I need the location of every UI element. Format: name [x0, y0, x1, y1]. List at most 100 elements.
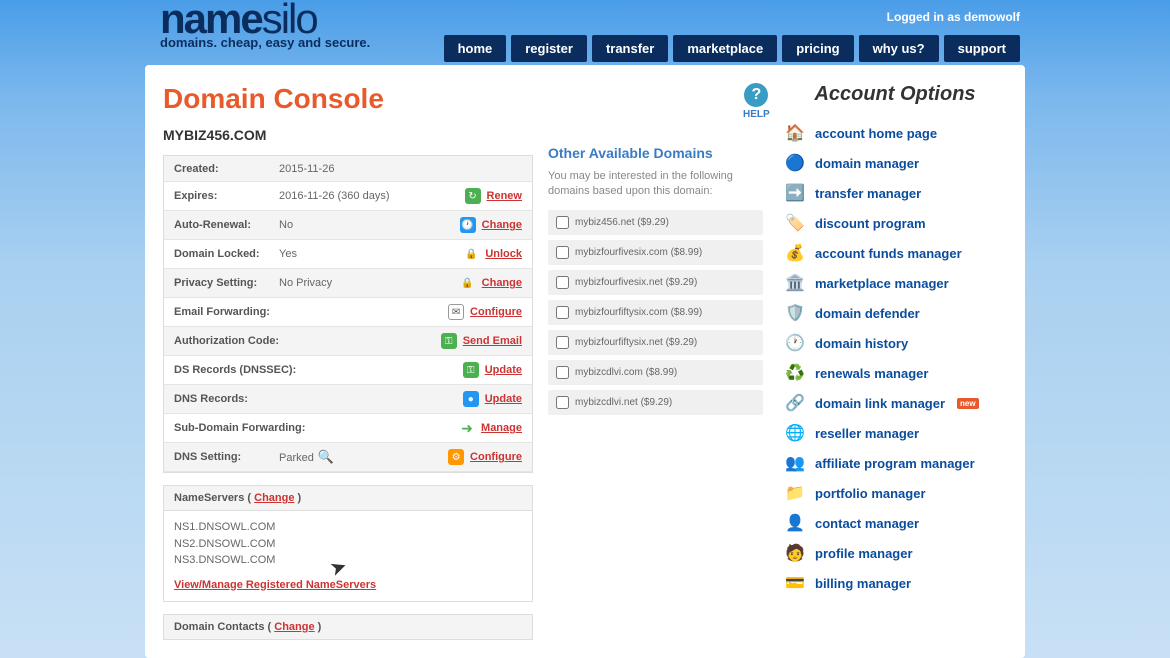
- row-label: Created:: [174, 163, 279, 175]
- row-action-link[interactable]: Update: [485, 393, 522, 405]
- nameserver-entry: NS2.DNSOWL.COM: [174, 536, 522, 553]
- row-action-link[interactable]: Manage: [481, 422, 522, 434]
- domain-row: DNS Setting:Parked🔍⚙Configure: [164, 443, 532, 472]
- sidebar-item[interactable]: 👤contact manager: [783, 508, 1007, 538]
- sidebar-item-icon: 💰: [785, 243, 805, 263]
- row-label: Expires:: [174, 190, 279, 202]
- sidebar-item-label: renewals manager: [815, 366, 928, 381]
- domain-row: Domain Locked:Yes🔒Unlock: [164, 240, 532, 269]
- nav-register[interactable]: register: [511, 35, 587, 62]
- domain-row: Email Forwarding:✉Configure: [164, 298, 532, 327]
- magnify-icon: 🔍: [318, 449, 334, 465]
- sidebar-item-label: affiliate program manager: [815, 456, 975, 471]
- sidebar-item-label: reseller manager: [815, 426, 919, 441]
- sidebar-item-icon: 🔵: [785, 153, 805, 173]
- nameservers-body: NS1.DNSOWL.COMNS2.DNSOWL.COMNS3.DNSOWL.C…: [164, 511, 532, 601]
- sidebar-item[interactable]: 🔵 domain manager: [783, 148, 1007, 178]
- row-label: Domain Locked:: [174, 248, 279, 260]
- help-icon: ?: [744, 83, 768, 107]
- sidebar-item-icon: 👥: [785, 453, 805, 473]
- nav-home[interactable]: home: [444, 35, 507, 62]
- domain-checkbox[interactable]: [556, 246, 569, 259]
- row-action-link[interactable]: Configure: [470, 451, 522, 463]
- sidebar-item-icon: 👤: [785, 513, 805, 533]
- domain-checkbox[interactable]: [556, 366, 569, 379]
- row-value: Yes: [279, 248, 463, 260]
- contacts-header: Domain Contacts ( Change ): [163, 614, 533, 640]
- domain-checkbox[interactable]: [556, 396, 569, 409]
- sidebar-item[interactable]: 💰account funds manager: [783, 238, 1007, 268]
- domain-row: Expires:2016-11-26 (360 days)↻Renew: [164, 182, 532, 211]
- row-action-link[interactable]: Unlock: [485, 248, 522, 260]
- domain-row: Privacy Setting:No Privacy🔒Change: [164, 269, 532, 298]
- sidebar-item-label: domain manager: [815, 156, 919, 171]
- sidebar-item[interactable]: 🛡️ domain defender: [783, 298, 1007, 328]
- row-action-link[interactable]: Renew: [487, 190, 522, 202]
- sidebar-item[interactable]: 🕐domain history: [783, 328, 1007, 358]
- ns-manage-link[interactable]: View/Manage Registered NameServers: [174, 577, 376, 594]
- sidebar-item-icon: 🕐: [785, 333, 805, 353]
- sidebar-item[interactable]: 📁 portfolio manager: [783, 478, 1007, 508]
- row-action-link[interactable]: Update: [485, 364, 522, 376]
- domain-option: mybizcdlvi.net ($9.29): [548, 390, 763, 415]
- row-label: DS Records (DNSSEC):: [174, 364, 296, 376]
- sidebar-item[interactable]: ♻️renewals manager: [783, 358, 1007, 388]
- sidebar-item-icon: 🔗: [785, 393, 805, 413]
- sidebar-item-label: domain defender: [815, 306, 920, 321]
- sidebar-item-icon: 📁: [785, 483, 805, 503]
- sidebar-item-icon: 🌐: [785, 423, 805, 443]
- domain-option-label: mybizfourfiftysix.com ($8.99): [575, 307, 702, 318]
- domain-checkbox[interactable]: [556, 336, 569, 349]
- new-badge: new: [957, 398, 979, 409]
- row-label: Privacy Setting:: [174, 277, 279, 289]
- ns-change-link[interactable]: Change: [254, 492, 294, 504]
- sidebar-item[interactable]: 🏷️discount program: [783, 208, 1007, 238]
- sidebar-item[interactable]: 🧑profile manager: [783, 538, 1007, 568]
- sidebar-item-label: portfolio manager: [815, 486, 926, 501]
- nav-whyus[interactable]: why us?: [859, 35, 939, 62]
- help-label: HELP: [743, 109, 770, 120]
- domain-checkbox[interactable]: [556, 276, 569, 289]
- ns-header-label: NameServers: [174, 492, 244, 504]
- sidebar-item[interactable]: 🌐 reseller manager: [783, 418, 1007, 448]
- page-title: Domain Console: [163, 83, 533, 115]
- domain-checkbox[interactable]: [556, 306, 569, 319]
- nameserver-entry: NS3.DNSOWL.COM: [174, 552, 522, 569]
- row-action-link[interactable]: Change: [482, 277, 522, 289]
- nav-pricing[interactable]: pricing: [782, 35, 853, 62]
- row-action-link[interactable]: Change: [482, 219, 522, 231]
- sidebar-item-label: billing manager: [815, 576, 911, 591]
- domain-option-label: mybizcdlvi.net ($9.29): [575, 397, 672, 408]
- sidebar-item[interactable]: 🔗domain link managernew: [783, 388, 1007, 418]
- domain-option-label: mybiz456.net ($9.29): [575, 217, 669, 228]
- nameservers-section: NameServers ( Change ) NS1.DNSOWL.COMNS2…: [163, 485, 533, 602]
- row-value: No: [279, 219, 460, 231]
- left-content: Domain Console MYBIZ456.COM Created:2015…: [163, 83, 763, 640]
- logo[interactable]: namesilo domains. cheap, easy and secure…: [160, 0, 370, 50]
- nav-transfer[interactable]: transfer: [592, 35, 668, 62]
- row-label: Email Forwarding:: [174, 306, 279, 318]
- row-action-link[interactable]: Configure: [470, 306, 522, 318]
- sidebar-item[interactable]: 🏠account home page: [783, 118, 1007, 148]
- sidebar-item-icon: 🏷️: [785, 213, 805, 233]
- domain-option: mybizfourfiftysix.com ($8.99): [548, 300, 763, 325]
- row-value: Parked🔍: [279, 449, 448, 465]
- sidebar-item[interactable]: 🏛️marketplace manager: [783, 268, 1007, 298]
- sidebar-item-icon: 💳: [785, 573, 805, 593]
- row-action-link[interactable]: Send Email: [463, 335, 522, 347]
- domain-option: mybizfourfivesix.com ($8.99): [548, 240, 763, 265]
- domain-checkbox[interactable]: [556, 216, 569, 229]
- nav-marketplace[interactable]: marketplace: [673, 35, 777, 62]
- sidebar-item[interactable]: 👥 affiliate program manager: [783, 448, 1007, 478]
- sidebar-item-icon: 🛡️: [785, 303, 805, 323]
- sidebar-item[interactable]: 💳 billing manager: [783, 568, 1007, 598]
- sidebar-item[interactable]: ➡️transfer manager: [783, 178, 1007, 208]
- sidebar-item-icon: 🧑: [785, 543, 805, 563]
- domain-row: Authorization Code:⚿Send Email: [164, 327, 532, 356]
- contacts-change-link[interactable]: Change: [274, 621, 314, 633]
- sidebar-item-label: transfer manager: [815, 186, 921, 201]
- domain-row: Auto-Renewal:No🕐Change: [164, 211, 532, 240]
- domain-option: mybizcdlvi.com ($8.99): [548, 360, 763, 385]
- nav-support[interactable]: support: [944, 35, 1020, 62]
- tagline: domains. cheap, easy and secure.: [160, 35, 370, 50]
